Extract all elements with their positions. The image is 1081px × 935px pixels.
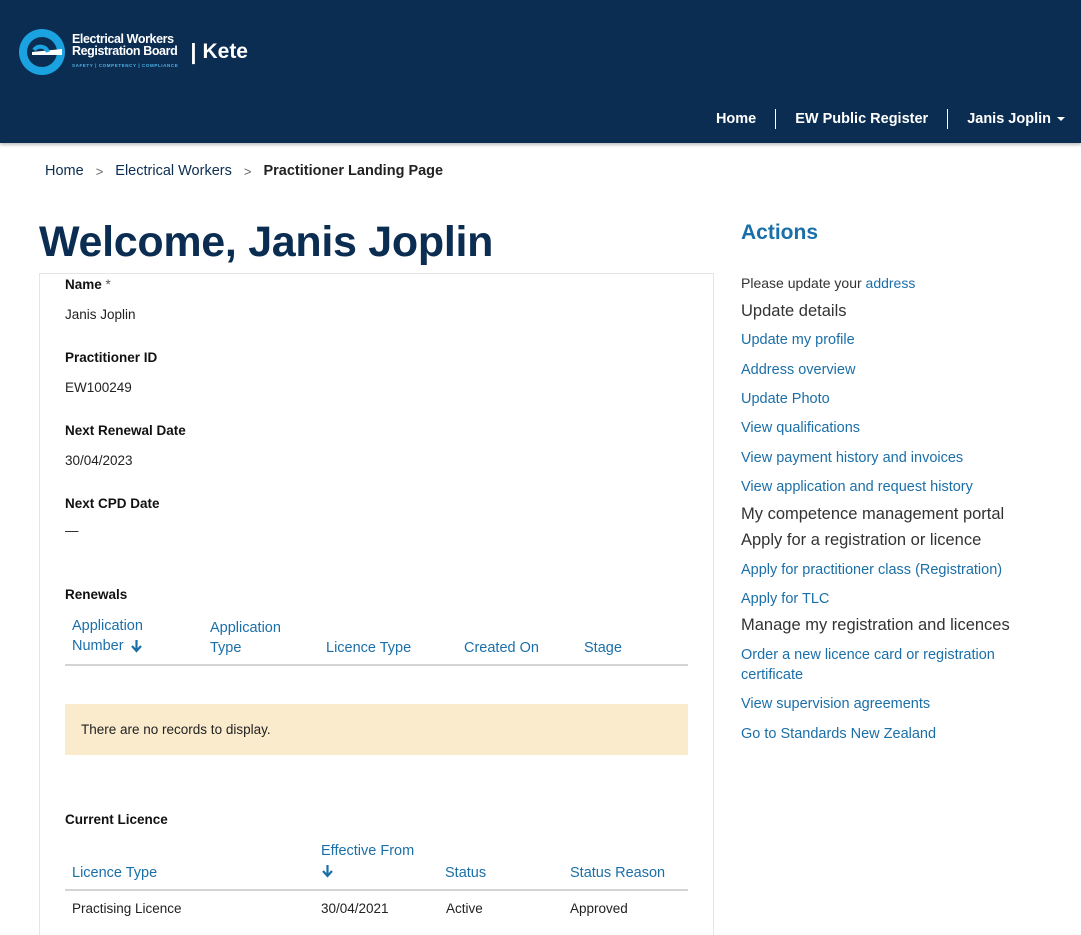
app-name: Kete <box>202 40 248 63</box>
next-cpd-value: — <box>65 523 79 538</box>
col-status-reason[interactable]: Status Reason <box>570 863 665 883</box>
update-photo-link[interactable]: Update Photo <box>741 389 830 409</box>
col-application-number-line1: Application <box>72 618 143 634</box>
competence-portal-link[interactable]: My competence management portal <box>741 505 1004 524</box>
col-stage[interactable]: Stage <box>584 638 622 658</box>
col-created-on[interactable]: Created On <box>464 638 539 658</box>
breadcrumb-separator: > <box>243 163 252 179</box>
address-overview-link[interactable]: Address overview <box>741 360 855 380</box>
row-effective-from: 30/04/2021 <box>321 901 389 916</box>
caret-down-icon <box>1057 117 1065 122</box>
row-status-reason: Approved <box>570 901 628 916</box>
brand-line-2: Registration Board <box>72 43 178 58</box>
next-cpd-label: Next CPD Date <box>65 496 160 511</box>
breadcrumb-separator: > <box>95 163 104 179</box>
col-application-type-line2: Type <box>210 640 242 656</box>
name-value: Janis Joplin <box>65 307 136 322</box>
breadcrumb-electrical-workers[interactable]: Electrical Workers <box>115 163 232 179</box>
top-navigation: Home EW Public Register Janis Joplin <box>697 108 1065 130</box>
breadcrumb-current: Practitioner Landing Page <box>263 163 444 179</box>
actions-title: Actions <box>741 221 819 244</box>
ewrb-logo-icon <box>19 29 65 75</box>
row-licence-type: Practising Licence <box>72 901 182 916</box>
order-licence-card-line1: Order a new licence card or registration <box>741 647 995 663</box>
required-marker: * <box>105 277 111 292</box>
licence-table-header: Licence Type Effective From Status Statu… <box>65 840 688 891</box>
brand-line-1: Electrical Workers <box>72 31 174 46</box>
name-label: Name * <box>65 277 111 292</box>
standards-nz-link[interactable]: Go to Standards New Zealand <box>741 724 936 744</box>
order-licence-card-link[interactable]: Order a new licence card or registration… <box>741 645 995 685</box>
col-licence-type[interactable]: Licence Type <box>72 863 157 883</box>
next-renewal-value: 30/04/2023 <box>65 453 133 468</box>
breadcrumb: Home > Electrical Workers > Practitioner… <box>45 163 443 179</box>
nav-home-link[interactable]: Home <box>697 109 775 129</box>
page-title: Welcome, Janis Joplin <box>39 218 494 266</box>
next-renewal-label: Next Renewal Date <box>65 423 186 438</box>
address-notice: Please update your address <box>741 275 915 291</box>
current-licence-title: Current Licence <box>65 812 168 827</box>
update-details-heading: Update details <box>741 302 847 320</box>
order-licence-card-line2: certificate <box>741 667 804 683</box>
practitioner-id-label: Practitioner ID <box>65 350 158 365</box>
brand-text: Electrical Workers Registration Board SA… <box>72 31 179 72</box>
update-profile-link[interactable]: Update my profile <box>741 330 855 350</box>
user-menu-dropdown[interactable]: Janis Joplin <box>947 109 1065 129</box>
brand-tagline: SAFETY | COMPETENCY | COMPLIANCE <box>72 62 179 68</box>
view-qualifications-link[interactable]: View qualifications <box>741 418 860 438</box>
view-payment-history-link[interactable]: View payment history and invoices <box>741 448 963 468</box>
renewals-title: Renewals <box>65 587 128 602</box>
col-application-number[interactable]: Application Number <box>72 616 143 656</box>
view-application-history-link[interactable]: View application and request history <box>741 477 973 497</box>
renewals-table-header: Application Number Application Type Lice… <box>65 614 688 666</box>
apply-tlc-link[interactable]: Apply for TLC <box>741 589 829 609</box>
col-application-type-line1: Application <box>210 620 281 636</box>
name-label-text: Name <box>65 277 102 292</box>
row-status: Active <box>446 901 483 916</box>
breadcrumb-home[interactable]: Home <box>45 163 84 179</box>
address-notice-text: Please update your <box>741 275 862 291</box>
brand-separator: | <box>190 39 197 64</box>
apply-practitioner-class-link[interactable]: Apply for practitioner class (Registrati… <box>741 560 1002 580</box>
nav-public-register-link[interactable]: EW Public Register <box>775 109 947 129</box>
col-licence-type[interactable]: Licence Type <box>326 638 411 658</box>
manage-heading: Manage my registration and licences <box>741 616 1010 634</box>
practitioner-details-panel: Name * Janis Joplin Practitioner ID EW10… <box>39 273 714 935</box>
view-supervision-link[interactable]: View supervision agreements <box>741 694 930 714</box>
sort-down-arrow-icon <box>322 864 333 878</box>
col-effective-from-label: Effective From <box>321 843 415 859</box>
sort-down-arrow-icon <box>130 639 142 653</box>
no-records-message: There are no records to display. <box>65 704 688 755</box>
col-effective-from[interactable]: Effective From <box>321 841 414 881</box>
col-status[interactable]: Status <box>445 863 486 883</box>
update-address-link[interactable]: address <box>866 275 916 291</box>
practitioner-id-value: EW100249 <box>65 380 132 395</box>
col-application-number-line2: Number <box>72 638 124 654</box>
site-header: Electrical Workers Registration Board SA… <box>0 0 1081 143</box>
col-application-type[interactable]: Application Type <box>210 618 281 658</box>
apply-heading: Apply for a registration or licence <box>741 531 982 549</box>
user-menu-label: Janis Joplin <box>967 111 1051 127</box>
brand-logo[interactable]: Electrical Workers Registration Board SA… <box>18 28 248 76</box>
